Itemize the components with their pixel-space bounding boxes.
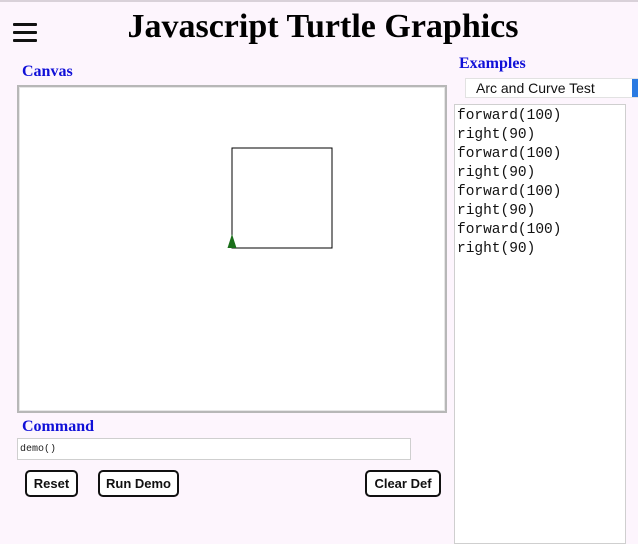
command-label: Command: [22, 418, 95, 435]
examples-select[interactable]: Arc and Curve Test: [465, 78, 638, 98]
examples-select-value: Arc and Curve Test: [476, 80, 595, 96]
page-title: Javascript Turtle Graphics: [127, 8, 519, 45]
clear-def-button[interactable]: Clear Def: [365, 470, 441, 497]
examples-label: Examples: [459, 55, 526, 72]
reset-button[interactable]: Reset: [25, 470, 78, 497]
canvas-label: Canvas: [22, 63, 73, 80]
definition-line: right(90): [457, 165, 536, 181]
turtle-canvas[interactable]: [17, 85, 447, 413]
definition-line: right(90): [457, 203, 536, 219]
run-demo-button[interactable]: Run Demo: [98, 470, 179, 497]
definition-line: forward(100): [457, 108, 562, 124]
definition-line: forward(100): [457, 146, 562, 162]
definition-line: right(90): [457, 127, 536, 143]
turtle-icon: [227, 234, 237, 248]
definition-line: forward(100): [457, 222, 562, 238]
select-dropdown-icon[interactable]: [632, 79, 638, 97]
definitions-textarea[interactable]: forward(100) right(90) forward(100) right(9…: [454, 104, 626, 544]
top-border: [0, 0, 638, 2]
drawn-square: [231, 147, 333, 249]
command-input[interactable]: [17, 438, 411, 460]
turtle-drawing: [227, 147, 333, 249]
definition-line: right(90): [457, 241, 536, 257]
definition-line: forward(100): [457, 184, 562, 200]
